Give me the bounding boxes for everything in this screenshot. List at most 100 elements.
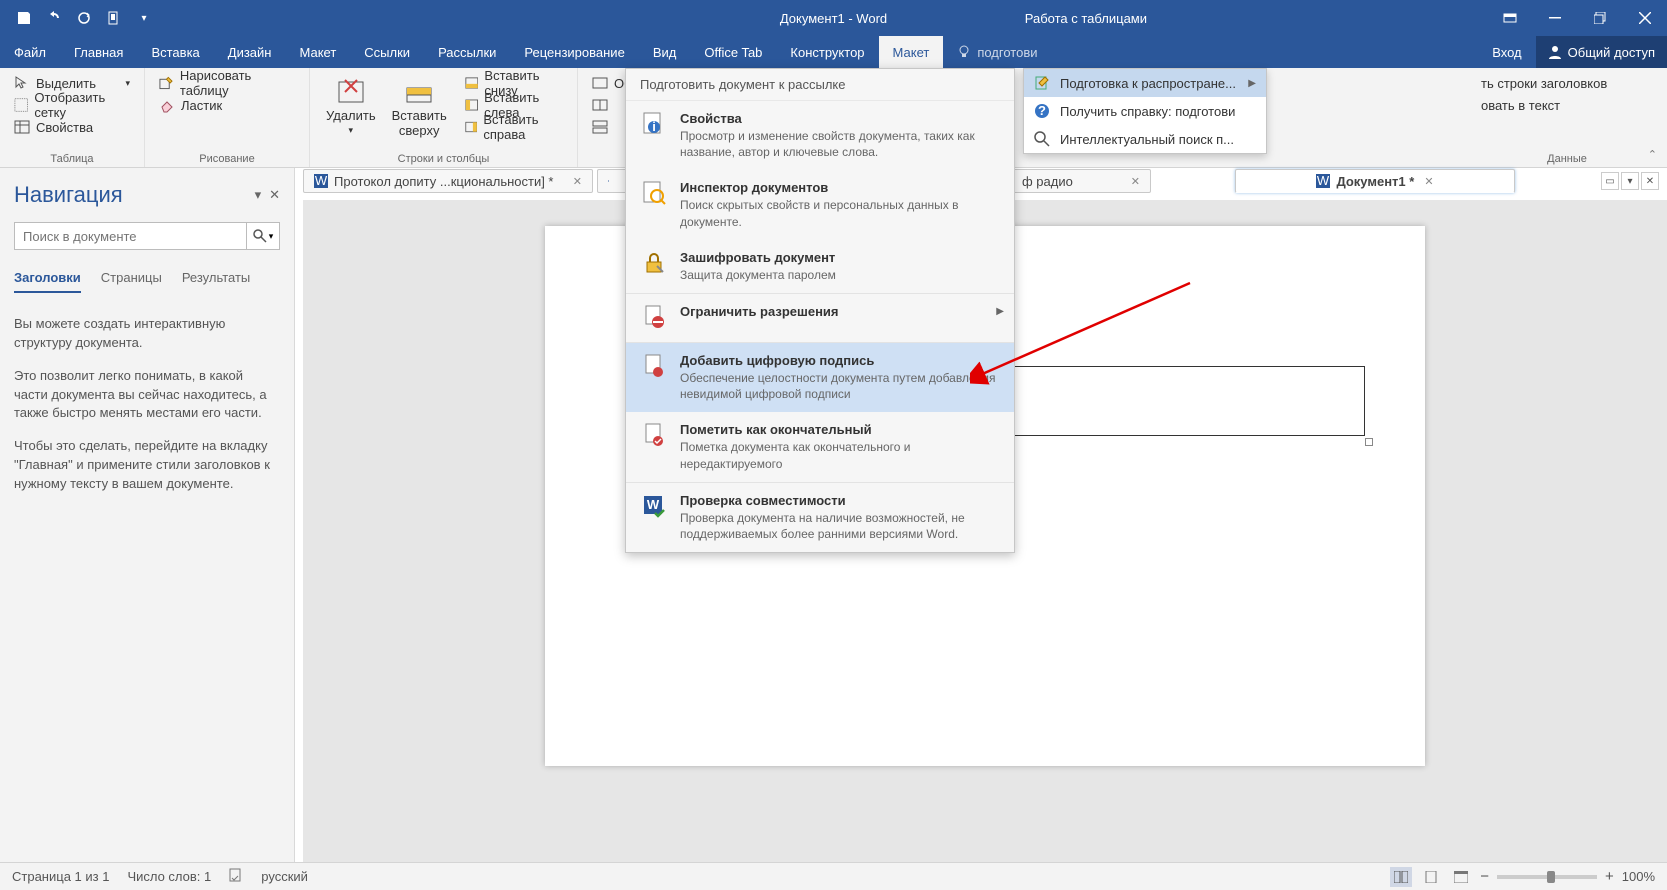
word-doc-icon: [608, 174, 609, 188]
convert-to-text-button[interactable]: овать в текст: [1475, 94, 1613, 116]
zoom-slider[interactable]: [1497, 875, 1597, 879]
table-resize-handle[interactable]: [1365, 438, 1373, 446]
view-web-layout-icon[interactable]: [1450, 867, 1472, 887]
nav-close-icon[interactable]: ✕: [269, 187, 280, 203]
nav-tab-results[interactable]: Результаты: [182, 270, 250, 293]
draw-table-button[interactable]: Нарисовать таблицу: [153, 72, 301, 94]
touch-mode-icon[interactable]: [100, 4, 128, 32]
zoom-out-button[interactable]: −: [1480, 868, 1489, 885]
close-tab-icon[interactable]: ✕: [1131, 175, 1140, 188]
doc-tab[interactable]: WПротокол допиту ...кциональности] *✕: [303, 169, 593, 193]
tab-insert[interactable]: Вставка: [137, 36, 213, 68]
redo-icon[interactable]: [70, 4, 98, 32]
zoom-in-button[interactable]: +: [1605, 868, 1614, 885]
nav-search-button[interactable]: ▾: [246, 222, 280, 250]
tab-mailings[interactable]: Рассылки: [424, 36, 510, 68]
view-read-mode-icon[interactable]: [1390, 867, 1412, 887]
nav-pane-title: Навигация: [14, 182, 123, 208]
insert-right-button[interactable]: Вставить справа: [459, 116, 569, 138]
tab-file[interactable]: Файл: [0, 36, 60, 68]
tab-design[interactable]: Дизайн: [214, 36, 286, 68]
save-icon[interactable]: [10, 4, 38, 32]
status-bar: Страница 1 из 1 Число слов: 1 русский − …: [0, 862, 1667, 890]
menu-item-inspect-document[interactable]: Инспектор документовПоиск скрытых свойст…: [626, 170, 1014, 239]
lock-icon: [640, 250, 668, 278]
signature-icon: [640, 353, 668, 381]
tab-officetab[interactable]: Office Tab: [690, 36, 776, 68]
svg-text:W: W: [315, 174, 328, 188]
close-tab-icon[interactable]: ✕: [1424, 175, 1433, 188]
new-tab-icon[interactable]: ▭: [1601, 172, 1619, 190]
menu-item-encrypt[interactable]: Зашифровать документЗащита документа пар…: [626, 240, 1014, 293]
prepare-document-menu: Подготовить документ к рассылке i Свойст…: [625, 68, 1015, 553]
navigation-pane: Навигация ▾ ✕ ▾ Заголовки Страницы Резул…: [0, 168, 295, 862]
title-bar: ▾ Документ1 - Word Работа с таблицами: [0, 0, 1667, 36]
view-gridlines-button[interactable]: Отобразить сетку: [8, 94, 136, 116]
search-icon: [1034, 131, 1050, 147]
window-controls: [1487, 0, 1667, 36]
nav-dropdown-icon[interactable]: ▾: [255, 187, 262, 203]
nav-tab-headings[interactable]: Заголовки: [14, 270, 81, 293]
tellme-smart-lookup-item[interactable]: Интеллектуальный поиск п...: [1024, 125, 1266, 153]
tab-table-layout[interactable]: Макет: [879, 36, 944, 68]
tellme-help-item[interactable]: ? Получить справку: подготови: [1024, 97, 1266, 125]
tab-view[interactable]: Вид: [639, 36, 691, 68]
nav-search-input[interactable]: [14, 222, 246, 250]
eraser-button[interactable]: Ластик: [153, 94, 301, 116]
ribbon-tab-strip: Файл Главная Вставка Дизайн Макет Ссылки…: [0, 36, 1667, 68]
qat-more-icon[interactable]: ▾: [130, 4, 158, 32]
sign-in-button[interactable]: Вход: [1478, 36, 1535, 68]
zoom-level[interactable]: 100%: [1622, 869, 1655, 884]
table-tools-context-title: Работа с таблицами: [1025, 11, 1147, 26]
undo-icon[interactable]: [40, 4, 68, 32]
restore-icon[interactable]: [1577, 0, 1622, 36]
tellme-prepare-item[interactable]: Подготовка к распростране...▶: [1024, 69, 1266, 97]
doc-tab[interactable]: Ка: [597, 169, 627, 193]
menu-item-properties[interactable]: i СвойстваПросмотр и изменение свойств д…: [626, 101, 1014, 170]
tab-dropdown-icon[interactable]: ▾: [1621, 172, 1639, 190]
final-icon: [640, 422, 668, 450]
tab-table-design[interactable]: Конструктор: [776, 36, 878, 68]
properties-icon: i: [640, 111, 668, 139]
menu-item-mark-as-final[interactable]: Пометить как окончательныйПометка докуме…: [626, 412, 1014, 481]
chevron-right-icon: ▶: [1248, 78, 1256, 89]
collapse-ribbon-icon[interactable]: ⌃: [1648, 148, 1657, 161]
minimize-icon[interactable]: [1532, 0, 1577, 36]
close-tab-icon[interactable]: ✕: [573, 175, 582, 188]
prepare-icon: [1034, 75, 1050, 91]
tell-me-results-menu: Подготовка к распростране...▶ ? Получить…: [1023, 68, 1267, 154]
nav-tab-pages[interactable]: Страницы: [101, 270, 162, 293]
tab-layout[interactable]: Макет: [285, 36, 350, 68]
group-label-drawing: Рисование: [153, 152, 301, 165]
share-button[interactable]: Общий доступ: [1536, 36, 1667, 68]
repeat-header-rows-button[interactable]: ть строки заголовков: [1475, 72, 1613, 94]
close-icon[interactable]: [1622, 0, 1667, 36]
status-language[interactable]: русский: [261, 869, 308, 884]
status-proofing-icon[interactable]: [229, 868, 243, 885]
compat-check-icon: W: [640, 493, 668, 521]
window-title: Документ1 - Word: [780, 11, 887, 26]
person-icon: [1548, 45, 1562, 59]
menu-item-add-digital-signature[interactable]: Добавить цифровую подписьОбеспечение цел…: [626, 342, 1014, 412]
insert-above-button[interactable]: Вставить сверху: [384, 72, 455, 140]
group-label-data: Данные: [1475, 152, 1659, 165]
menu-item-restrict-permission[interactable]: Ограничить разрешения ▶: [626, 293, 1014, 342]
properties-button[interactable]: Свойства: [8, 116, 136, 138]
group-label-rows-cols: Строки и столбцы: [318, 152, 569, 165]
tab-review[interactable]: Рецензирование: [510, 36, 638, 68]
delete-button[interactable]: Удалить▾: [318, 72, 384, 138]
tab-references[interactable]: Ссылки: [350, 36, 424, 68]
svg-text:?: ?: [1038, 103, 1046, 118]
tab-home[interactable]: Главная: [60, 36, 137, 68]
status-page[interactable]: Страница 1 из 1: [12, 869, 109, 884]
doc-tab[interactable]: ф радио✕: [1011, 169, 1151, 193]
view-print-layout-icon[interactable]: [1420, 867, 1442, 887]
svg-text:W: W: [647, 497, 660, 512]
status-word-count[interactable]: Число слов: 1: [127, 869, 211, 884]
tell-me-box[interactable]: подготови: [943, 36, 1051, 68]
doc-tab-active[interactable]: WДокумент1 *✕: [1235, 169, 1515, 193]
close-all-tabs-icon[interactable]: ✕: [1641, 172, 1659, 190]
ribbon-display-options-icon[interactable]: [1487, 0, 1532, 36]
menu-item-run-compatibility-checker[interactable]: W Проверка совместимостиПроверка докумен…: [626, 482, 1014, 552]
inspect-icon: [640, 180, 668, 208]
